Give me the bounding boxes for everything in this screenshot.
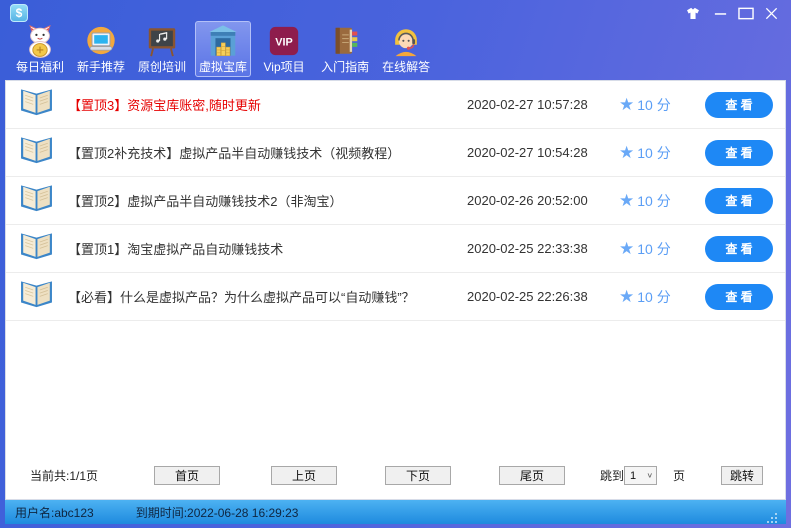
toolbar-item-Vip项目[interactable]: VIP Vip项目 (256, 21, 312, 77)
content-panel: 【置顶3】资源宝库账密,随时更新 2020-02-27 10:57:28 ★ 1… (5, 80, 786, 500)
list-item[interactable]: 【置顶3】资源宝库账密,随时更新 2020-02-27 10:57:28 ★ 1… (6, 81, 785, 129)
article-score: ★ 10 分 (619, 143, 705, 163)
article-timestamp: 2020-02-27 10:57:28 (467, 97, 619, 112)
article-title: 【置顶3】资源宝库账密,随时更新 (68, 95, 467, 114)
chevron-down-icon: ∨ (646, 471, 653, 480)
star-icon: ★ (619, 192, 634, 209)
support-agent-icon (389, 24, 423, 58)
monitor-icon (84, 24, 118, 58)
article-list: 【置顶3】资源宝库账密,随时更新 2020-02-27 10:57:28 ★ 1… (6, 81, 785, 321)
article-timestamp: 2020-02-25 22:33:38 (467, 241, 619, 256)
vault-icon (206, 24, 240, 58)
minimize-icon[interactable] (713, 6, 728, 21)
toolbar: 每日福利 新手推荐 原创培训 虚拟宝库 (0, 24, 791, 80)
article-title: 【置顶1】淘宝虚拟产品自动赚钱技术 (68, 239, 467, 258)
vip-badge-icon: VIP (267, 24, 301, 58)
star-icon: ★ (619, 96, 634, 113)
view-button[interactable]: 查 看 (705, 140, 773, 166)
open-book-icon (18, 87, 56, 122)
blackboard-icon (145, 24, 179, 58)
window-controls (682, 6, 779, 21)
article-title: 【必看】什么是虚拟产品？为什么虚拟产品可以“自动赚钱”？ (68, 287, 467, 306)
prev-page-button[interactable]: 上页 (271, 466, 337, 485)
page-unit-label: 页 (673, 467, 685, 484)
article-score: ★ 10 分 (619, 191, 705, 211)
list-item[interactable]: 【置顶1】淘宝虚拟产品自动赚钱技术 2020-02-25 22:33:38 ★ … (6, 225, 785, 273)
page-summary: 当前共:1/1页 (30, 467, 98, 484)
toolbar-item-原创培训[interactable]: 原创培训 (134, 21, 190, 77)
open-book-icon (18, 231, 56, 266)
pagination-bar: 当前共:1/1页 首页 上页 下页 尾页 跳到 1 ∨ 页 跳转 (6, 466, 785, 499)
toolbar-item-label: 新手推荐 (77, 60, 125, 74)
last-page-button[interactable]: 尾页 (499, 466, 565, 485)
app-window: $ 每日福利 (0, 0, 791, 528)
jump-button[interactable]: 跳转 (721, 466, 763, 485)
article-title: 【置顶2】虚拟产品半自动赚钱技术2（非淘宝） (68, 191, 467, 210)
list-item[interactable]: 【置顶2】虚拟产品半自动赚钱技术2（非淘宝） 2020-02-26 20:52:… (6, 177, 785, 225)
score-text: 10 分 (637, 95, 670, 115)
open-book-icon (18, 279, 56, 314)
article-timestamp: 2020-02-26 20:52:00 (467, 193, 619, 208)
svg-text:VIP: VIP (275, 36, 293, 48)
article-score: ★ 10 分 (619, 239, 705, 259)
score-text: 10 分 (637, 191, 670, 211)
page-number-value: 1 (630, 470, 636, 482)
article-score: ★ 10 分 (619, 95, 705, 115)
toolbar-item-label: 虚拟宝库 (199, 60, 247, 74)
jump-to-label: 跳到 (600, 467, 624, 484)
view-button[interactable]: 查 看 (705, 284, 773, 310)
view-button[interactable]: 查 看 (705, 236, 773, 262)
list-item[interactable]: 【必看】什么是虚拟产品？为什么虚拟产品可以“自动赚钱”？ 2020-02-25 … (6, 273, 785, 321)
toolbar-item-虚拟宝库[interactable]: 虚拟宝库 (195, 21, 251, 77)
maximize-icon[interactable] (737, 6, 755, 21)
guide-book-icon (328, 24, 362, 58)
score-text: 10 分 (637, 239, 670, 259)
toolbar-item-入门指南[interactable]: 入门指南 (317, 21, 373, 77)
toolbar-item-每日福利[interactable]: 每日福利 (12, 21, 68, 77)
star-icon: ★ (619, 144, 634, 161)
toolbar-item-在线解答[interactable]: 在线解答 (378, 21, 434, 77)
star-icon: ★ (619, 288, 634, 305)
toolbar-item-新手推荐[interactable]: 新手推荐 (73, 21, 129, 77)
open-book-icon (18, 183, 56, 218)
score-text: 10 分 (637, 287, 670, 307)
score-text: 10 分 (637, 143, 670, 163)
resize-grip[interactable] (766, 512, 778, 524)
star-icon: ★ (619, 240, 634, 257)
toolbar-item-label: 入门指南 (321, 60, 369, 74)
toolbar-item-label: Vip项目 (263, 60, 304, 74)
status-username: 用户名:abc123 (15, 504, 94, 521)
article-timestamp: 2020-02-25 22:26:38 (467, 289, 619, 304)
view-button[interactable]: 查 看 (705, 188, 773, 214)
toolbar-item-label: 每日福利 (16, 60, 64, 74)
article-title: 【置顶2补充技术】虚拟产品半自动赚钱技术（视频教程） (68, 143, 467, 162)
open-book-icon (18, 135, 56, 170)
toolbar-item-label: 在线解答 (382, 60, 430, 74)
close-icon[interactable] (764, 6, 779, 21)
next-page-button[interactable]: 下页 (385, 466, 451, 485)
view-button[interactable]: 查 看 (705, 92, 773, 118)
toolbar-item-label: 原创培训 (138, 60, 186, 74)
article-score: ★ 10 分 (619, 287, 705, 307)
statusbar: 用户名:abc123 到期时间:2022-06-28 16:29:23 (5, 500, 786, 524)
article-timestamp: 2020-02-27 10:54:28 (467, 145, 619, 160)
list-item[interactable]: 【置顶2补充技术】虚拟产品半自动赚钱技术（视频教程） 2020-02-27 10… (6, 129, 785, 177)
status-expiry: 到期时间:2022-06-28 16:29:23 (136, 504, 299, 521)
skin-shirt-icon[interactable] (682, 6, 704, 21)
lucky-cat-icon (23, 24, 57, 58)
page-number-select[interactable]: 1 ∨ (624, 466, 657, 485)
app-logo-icon: $ (10, 4, 28, 22)
first-page-button[interactable]: 首页 (154, 466, 220, 485)
